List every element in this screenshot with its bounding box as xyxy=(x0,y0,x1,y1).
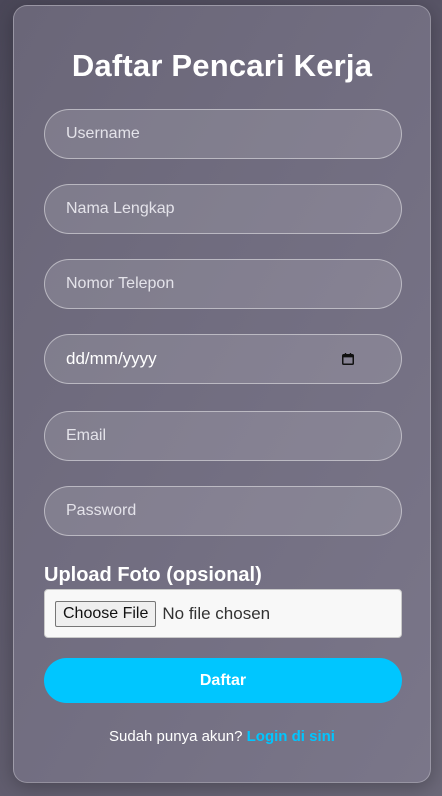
calendar-icon[interactable] xyxy=(342,353,354,365)
email-input[interactable]: Email xyxy=(44,411,402,461)
date-value: dd/mm/yyyy xyxy=(66,349,157,368)
photo-file-input[interactable]: Choose File No file chosen xyxy=(44,589,402,638)
birth-date-input[interactable]: dd/mm/yyyy xyxy=(44,334,402,384)
username-placeholder: Username xyxy=(66,125,140,142)
phone-placeholder: Nomor Telepon xyxy=(66,275,175,292)
login-prompt-text: Sudah punya akun? xyxy=(109,728,243,745)
register-button[interactable]: Daftar xyxy=(44,658,402,703)
password-input[interactable]: Password xyxy=(44,486,402,536)
username-input[interactable]: Username xyxy=(44,109,402,159)
login-prompt: Sudah punya akun? Login di sini xyxy=(14,728,430,745)
page-title: Daftar Pencari Kerja xyxy=(71,48,373,83)
full-name-placeholder: Nama Lengkap xyxy=(66,200,175,217)
email-placeholder: Email xyxy=(66,427,107,444)
choose-file-button[interactable]: Choose File xyxy=(55,600,157,627)
register-card: Daftar Pencari Kerja Username Nama Lengk… xyxy=(13,5,431,783)
password-placeholder: Password xyxy=(66,502,137,519)
file-status-text: No file chosen xyxy=(162,603,271,623)
full-name-input[interactable]: Nama Lengkap xyxy=(44,184,402,234)
phone-input[interactable]: Nomor Telepon xyxy=(44,259,402,309)
upload-photo-label: Upload Foto (opsional) xyxy=(44,564,262,586)
login-link[interactable]: Login di sini xyxy=(247,728,335,745)
